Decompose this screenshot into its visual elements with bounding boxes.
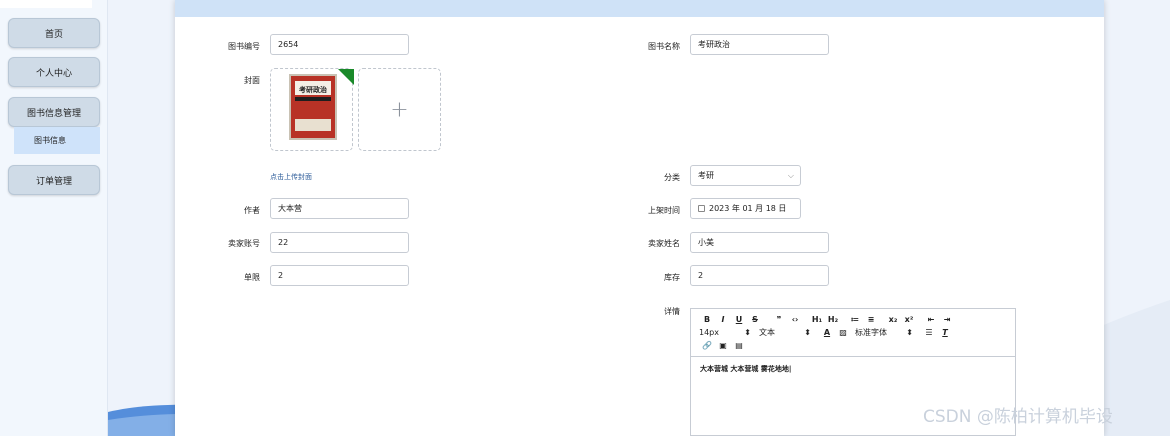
category-select[interactable]: 考研 ⌵ (690, 165, 801, 186)
sidebar-item-home[interactable]: 首页 (8, 18, 100, 48)
subscript-button[interactable]: x₂ (885, 314, 901, 326)
select-updown-icon: ⬍ (804, 328, 811, 337)
sidebar-top-strip (0, 0, 92, 8)
shelf-time-label: 上架时间 (648, 206, 680, 215)
image-icon[interactable]: ▣ (715, 340, 731, 352)
italic-button[interactable]: I (715, 314, 731, 326)
text-style-select[interactable]: 文本 ⬍ (759, 327, 811, 339)
font-family-select[interactable]: 标准字体 ⬍ (855, 327, 913, 339)
sidebar: 首页 个人中心 图书信息管理 图书信息 订单管理 (0, 0, 108, 436)
underline-button[interactable]: U (731, 314, 747, 326)
sidebar-item-book-management[interactable]: 图书信息管理 (8, 97, 100, 127)
upload-cover-link[interactable]: 点击上传封面 (270, 172, 312, 182)
seller-account-input[interactable]: 22 (270, 232, 409, 253)
svg-text:考研政治: 考研政治 (299, 85, 327, 94)
ordered-list-button[interactable]: ≔ (847, 314, 863, 326)
heading2-button[interactable]: H₂ (825, 314, 841, 326)
strike-button[interactable]: S (747, 314, 763, 326)
cover-label: 封面 (244, 76, 260, 85)
link-icon[interactable]: 🔗 (699, 340, 715, 352)
limit-label: 单限 (244, 273, 260, 282)
select-updown-icon: ⬍ (906, 328, 913, 337)
author-label: 作者 (244, 206, 260, 215)
book-name-input[interactable]: 考研政治 (690, 34, 829, 55)
category-label: 分类 (664, 173, 680, 182)
sidebar-item-label: 图书信息管理 (26, 108, 81, 119)
editor-toolbar: B I U S ❞ ‹› H₁ H₂ ≔ ≡ x₂ x² ⇤ ⇥ 14px ⬍ (691, 309, 1015, 357)
seller-name-input[interactable]: 小美 (690, 232, 829, 253)
stock-input[interactable]: 2 (690, 265, 829, 286)
author-input[interactable]: 大本营 (270, 198, 409, 219)
sidebar-subitem-book-info[interactable]: 图书信息 (14, 127, 100, 154)
video-icon[interactable]: ▤ (731, 340, 747, 352)
cover-upload-button[interactable]: + (358, 68, 441, 151)
seller-account-label: 卖家账号 (228, 239, 260, 248)
code-block-button[interactable]: ‹› (787, 314, 803, 326)
watermark: CSDN @陈柏计算机毕设 (923, 407, 1113, 427)
sidebar-item-profile[interactable]: 个人中心 (8, 57, 100, 87)
calendar-icon (698, 205, 705, 212)
background-color-icon[interactable]: ▨ (835, 327, 851, 339)
sidebar-item-label: 首页 (44, 29, 63, 40)
book-cover-image: 考研政治 (289, 69, 354, 140)
align-icon[interactable]: ☰ (921, 327, 937, 339)
select-updown-icon: ⬍ (744, 328, 751, 337)
book-no-label: 图书编号 (228, 42, 260, 51)
bullet-list-button[interactable]: ≡ (863, 314, 879, 326)
form-panel: 图书编号 2654 图书名称 考研政治 封面 考研政治 + 点击上传封面 分类 … (175, 0, 1104, 436)
sidebar-item-label: 个人中心 (35, 68, 72, 79)
limit-input[interactable]: 2 (270, 265, 409, 286)
seller-name-label: 卖家姓名 (648, 239, 680, 248)
bold-button[interactable]: B (699, 314, 715, 326)
sidebar-subitem-label: 图书信息 (34, 136, 66, 145)
shelf-time-picker[interactable]: 2023 年 01 月 18 日 (690, 198, 801, 219)
cover-preview[interactable]: 考研政治 (270, 68, 354, 151)
book-name-label: 图书名称 (648, 42, 680, 51)
sidebar-item-label: 订单管理 (35, 176, 72, 187)
chevron-down-icon: ⌵ (787, 171, 794, 180)
panel-header (175, 0, 1104, 17)
outdent-button[interactable]: ⇤ (923, 314, 939, 326)
superscript-button[interactable]: x² (901, 314, 917, 326)
text-cursor: | (788, 365, 792, 373)
indent-button[interactable]: ⇥ (939, 314, 955, 326)
book-no-input[interactable]: 2654 (270, 34, 409, 55)
editor-content[interactable]: 大本营城 大本营城 雾花地地| (691, 357, 1015, 381)
font-size-select[interactable]: 14px ⬍ (699, 327, 751, 339)
clear-format-icon[interactable]: T (937, 327, 953, 339)
sidebar-item-order-management[interactable]: 订单管理 (8, 165, 100, 195)
heading1-button[interactable]: H₁ (809, 314, 825, 326)
detail-label: 详情 (664, 307, 680, 316)
plus-icon: + (390, 97, 409, 122)
stock-label: 库存 (664, 273, 680, 282)
blockquote-button[interactable]: ❞ (771, 314, 787, 326)
text-color-icon[interactable]: A (819, 327, 835, 339)
